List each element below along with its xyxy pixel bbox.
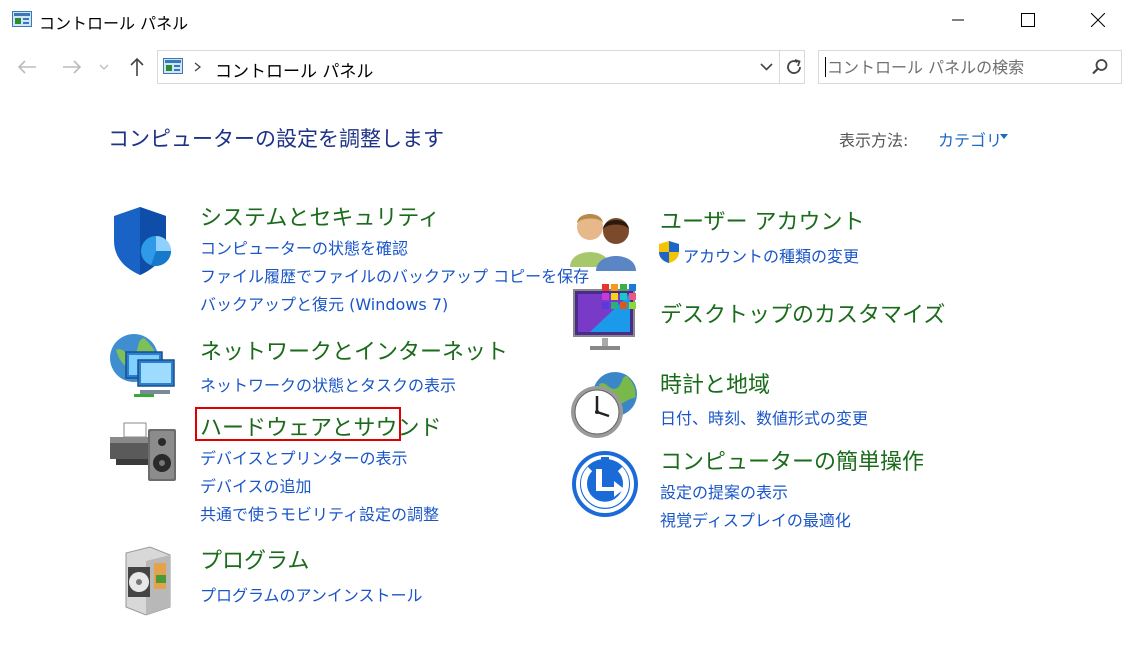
address-dropdown-icon[interactable] <box>760 63 773 71</box>
text-caret <box>825 57 826 77</box>
page-title: コンピューターの設定を調整します <box>108 127 444 151</box>
forward-button[interactable] <box>60 55 84 79</box>
view-by-label: 表示方法: <box>839 131 909 150</box>
display-icon[interactable] <box>570 282 644 356</box>
refresh-icon[interactable] <box>784 57 804 77</box>
minimize-button[interactable] <box>923 0 993 40</box>
search-box[interactable] <box>818 50 1122 84</box>
recent-locations-button[interactable] <box>97 55 111 79</box>
up-button[interactable] <box>125 55 149 79</box>
link-devices-printers[interactable]: デバイスとプリンターの表示 <box>200 445 408 469</box>
category-user-accounts[interactable]: ユーザー アカウント <box>660 204 865 236</box>
search-icon[interactable] <box>1091 58 1109 76</box>
link-backup-restore-win7[interactable]: バックアップと復元 (Windows 7) <box>200 291 448 315</box>
search-input[interactable] <box>827 52 1077 82</box>
link-check-computer-status[interactable]: コンピューターの状態を確認 <box>200 235 408 259</box>
link-change-account-type[interactable]: アカウントの種類の変更 <box>683 243 859 267</box>
category-system-security[interactable]: システムとセキュリティ <box>200 200 440 232</box>
category-clock-region[interactable]: 時計と地域 <box>660 367 770 399</box>
close-button[interactable] <box>1063 0 1133 40</box>
back-button[interactable] <box>15 55 39 79</box>
forward-arrow-icon <box>63 60 82 74</box>
control-panel-icon <box>163 58 183 74</box>
maximize-button[interactable] <box>993 0 1063 40</box>
link-add-device[interactable]: デバイスの追加 <box>200 473 312 497</box>
close-icon <box>1091 13 1105 27</box>
link-date-time-number-format[interactable]: 日付、時刻、数値形式の変更 <box>660 405 868 429</box>
users-icon[interactable] <box>566 205 640 279</box>
view-by-dropdown[interactable]: カテゴリ <box>938 127 1002 151</box>
maximize-icon <box>1021 13 1035 27</box>
chevron-down-icon <box>99 64 109 70</box>
view-by-arrow-icon[interactable] <box>1000 134 1008 139</box>
up-arrow-icon <box>130 57 144 76</box>
category-desktop-customization[interactable]: デスクトップのカスタマイズ <box>660 297 945 329</box>
breadcrumb-control-panel[interactable]: コントロール パネル <box>215 57 373 82</box>
link-optimize-visual-display[interactable]: 視覚ディスプレイの最適化 <box>660 507 851 531</box>
window-title: コントロール パネル <box>39 14 189 33</box>
breadcrumb-chevron-icon[interactable] <box>194 62 202 72</box>
shield-icon[interactable] <box>106 203 180 277</box>
link-file-history-backup[interactable]: ファイル履歴でファイルのバックアップ コピーを保存 <box>200 263 589 287</box>
link-suggested-settings[interactable]: 設定の提案の表示 <box>660 479 788 503</box>
address-separator <box>779 50 780 84</box>
highlight-box <box>195 407 401 441</box>
programs-icon[interactable] <box>110 545 184 619</box>
network-icon[interactable] <box>106 330 180 404</box>
clock-globe-icon[interactable] <box>567 368 641 442</box>
printer-speaker-icon[interactable] <box>106 415 180 489</box>
minimize-icon <box>952 19 964 21</box>
link-mobility-settings[interactable]: 共通で使うモビリティ設定の調整 <box>200 501 439 525</box>
category-network-internet[interactable]: ネットワークとインターネット <box>200 334 508 366</box>
link-network-status-tasks[interactable]: ネットワークの状態とタスクの表示 <box>200 372 456 396</box>
control-panel-icon <box>12 11 32 27</box>
uac-shield-icon <box>659 241 679 263</box>
back-arrow-icon <box>17 60 36 74</box>
category-programs[interactable]: プログラム <box>200 543 309 575</box>
link-uninstall-program[interactable]: プログラムのアンインストール <box>200 582 423 606</box>
ease-of-access-icon[interactable] <box>568 447 642 521</box>
category-ease-of-access[interactable]: コンピューターの簡単操作 <box>660 444 924 476</box>
